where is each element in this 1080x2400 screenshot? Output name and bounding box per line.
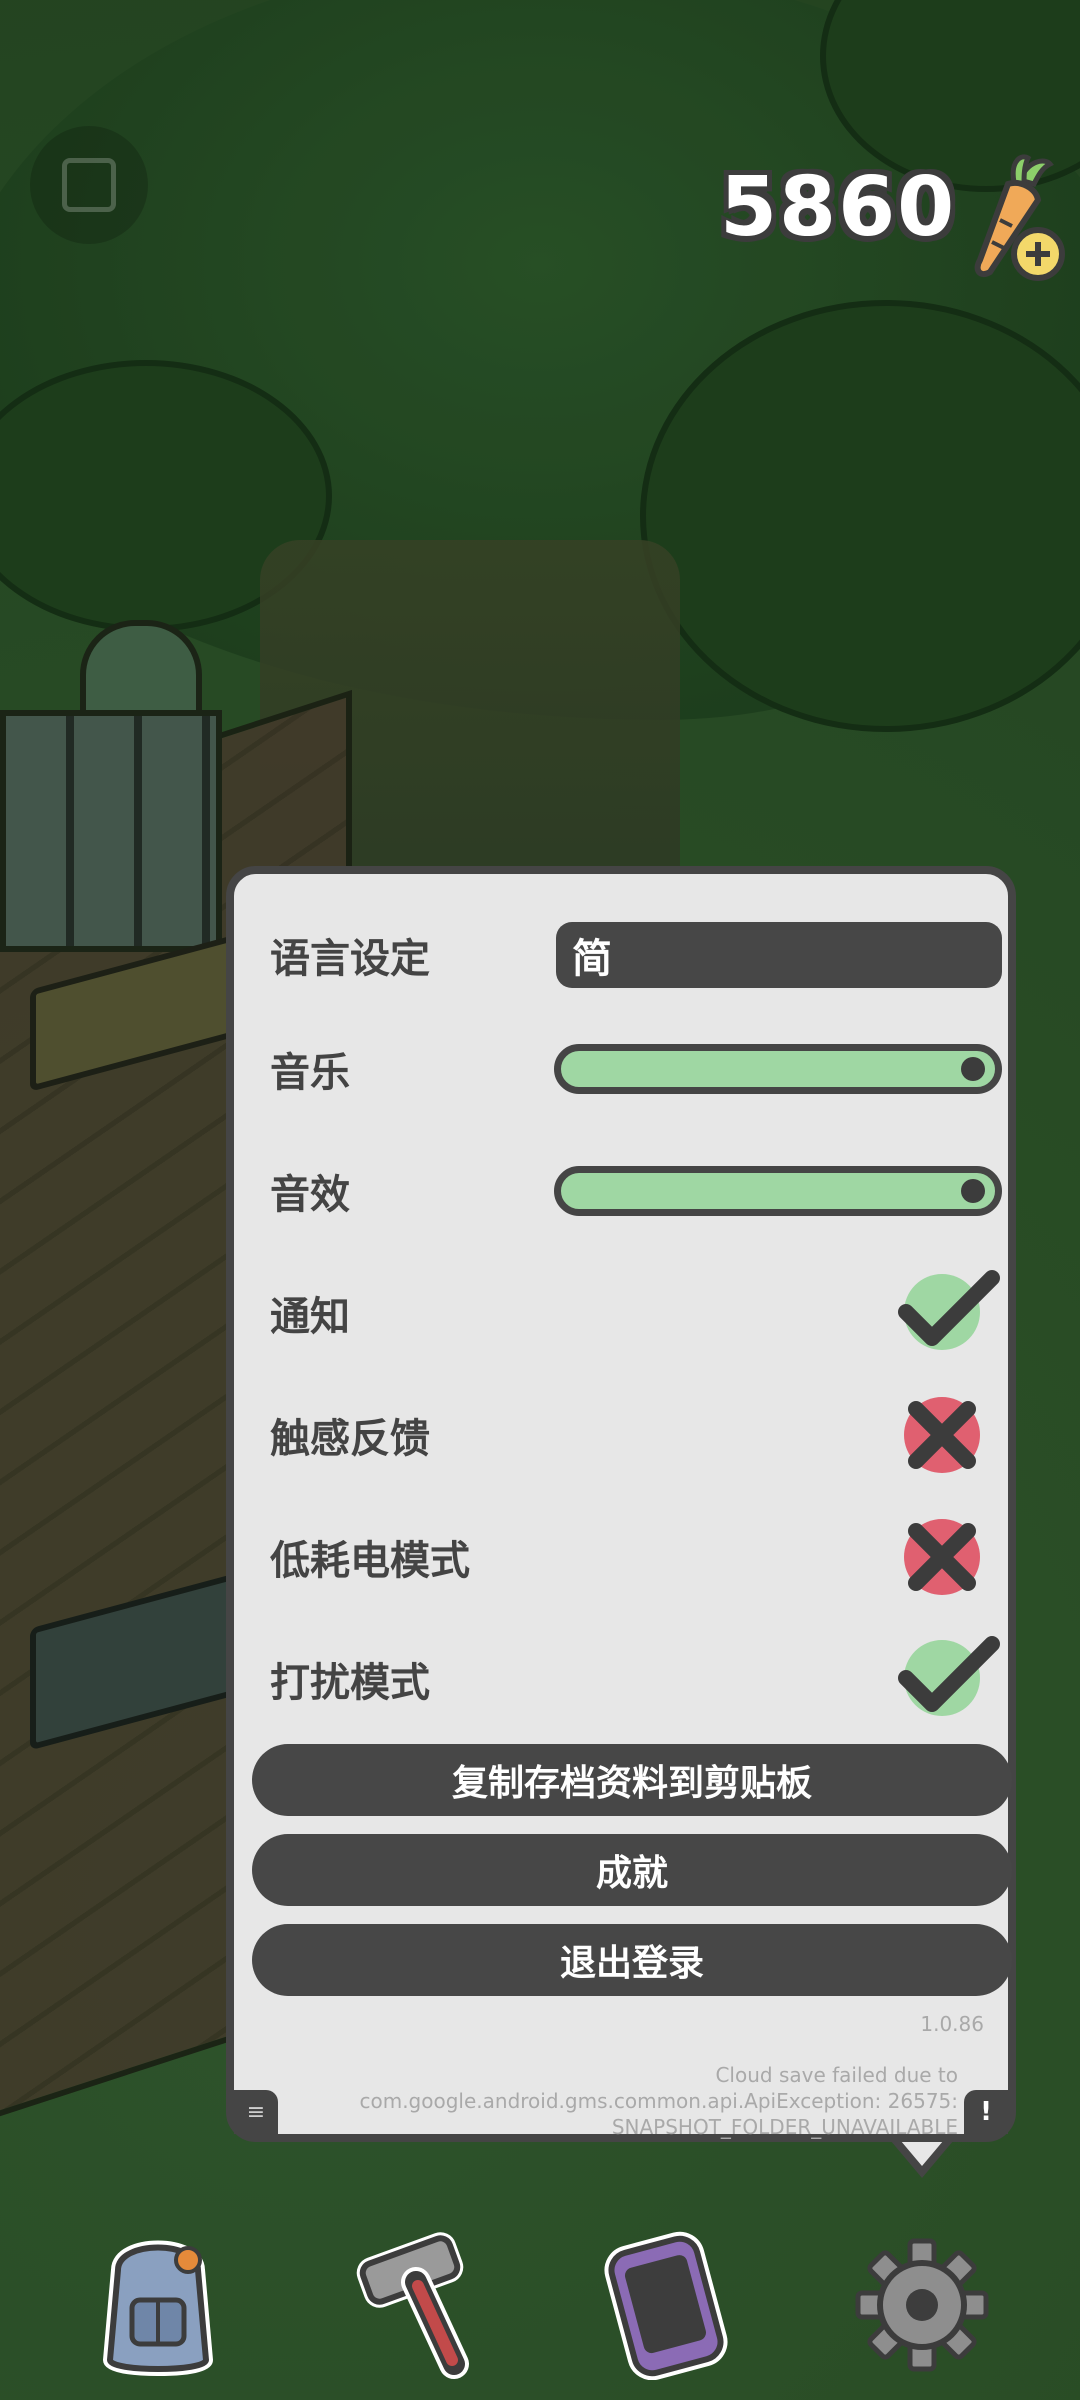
copy-save-button[interactable]: 复制存档资料到剪贴板 — [252, 1744, 1012, 1816]
square-menu-icon — [62, 158, 116, 212]
backpack-icon[interactable] — [88, 2230, 228, 2380]
music-slider-handle[interactable] — [961, 1057, 985, 1081]
square-menu-button[interactable] — [30, 126, 148, 244]
do-not-disturb-label: 打扰模式 — [270, 1660, 430, 1706]
do-not-disturb-toggle-check-icon[interactable] — [892, 1634, 1002, 1724]
low-power-toggle-cross-icon[interactable] — [892, 1512, 1002, 1602]
log-menu-icon[interactable]: ≡ — [234, 2090, 278, 2134]
cloud-error-line: com.google.android.gms.common.api.ApiExc… — [359, 2089, 958, 2113]
cloud-error-line: SNAPSHOT_FOLDER_UNAVAILABLE — [611, 2115, 958, 2139]
language-label: 语言设定 — [270, 936, 430, 982]
music-label: 音乐 — [270, 1050, 350, 1096]
version-text: 1.0.86 — [920, 2012, 984, 2036]
notifications-toggle-check-icon[interactable] — [892, 1268, 1002, 1358]
language-select[interactable]: 简 — [556, 922, 1002, 988]
sound-effects-label: 音效 — [270, 1172, 350, 1218]
carrot-plus-icon[interactable] — [950, 150, 1070, 290]
cloud-save-error: Cloud save failed due to com.google.andr… — [298, 2062, 958, 2140]
cloud-error-line: Cloud save failed due to — [715, 2063, 958, 2087]
haptic-toggle-cross-icon[interactable] — [892, 1390, 1002, 1480]
music-slider[interactable] — [554, 1044, 1002, 1094]
logout-button[interactable]: 退出登录 — [252, 1924, 1012, 1996]
carrot-count: 5860 — [720, 160, 957, 255]
haptic-label: 触感反馈 — [270, 1416, 430, 1462]
sound-effects-slider[interactable] — [554, 1166, 1002, 1216]
phone-icon[interactable] — [596, 2230, 736, 2380]
achievements-button[interactable]: 成就 — [252, 1834, 1012, 1906]
notifications-label: 通知 — [270, 1294, 350, 1340]
low-power-label: 低耗电模式 — [270, 1538, 470, 1584]
settings-panel: 语言设定 简 音乐 音效 通知 触感反馈 低耗电模式 打扰模式 复制存档资料到剪… — [226, 866, 1016, 2142]
hammer-icon[interactable] — [344, 2230, 484, 2380]
sound-effects-slider-handle[interactable] — [961, 1179, 985, 1203]
gear-icon[interactable] — [852, 2230, 992, 2380]
alert-icon[interactable]: ! — [964, 2090, 1008, 2134]
